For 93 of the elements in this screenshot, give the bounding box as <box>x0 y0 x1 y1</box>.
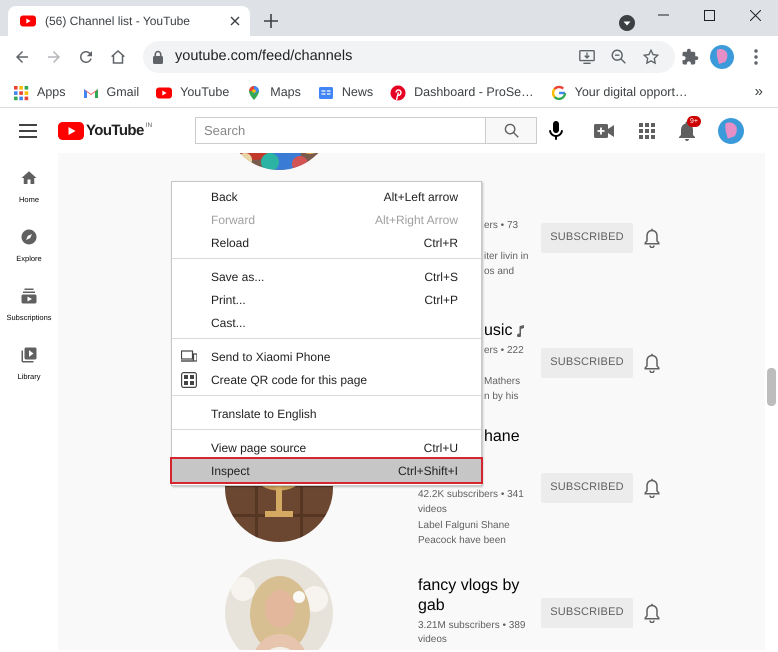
scrollbar-thumb[interactable] <box>767 368 776 406</box>
menu-label: Create QR code for this page <box>211 372 368 388</box>
bookmark-link[interactable]: Gmail <box>82 83 140 102</box>
logo-text[interactable]: YouTube <box>86 122 144 140</box>
menu-item[interactable]: Translate to English <box>172 402 481 425</box>
apps-grid-icon[interactable] <box>639 122 655 138</box>
phone-laptop-icon <box>181 348 197 364</box>
channel-stats: ers • 73 <box>484 219 518 233</box>
bookmark-link[interactable]: YouTube <box>156 83 230 102</box>
lock-icon[interactable] <box>152 50 164 64</box>
channel-name[interactable]: usic <box>484 321 512 341</box>
dropdown-icon[interactable] <box>619 15 635 31</box>
shortcut-label: Alt+Right Arrow <box>374 212 458 228</box>
bookmark-link[interactable]: Apps <box>13 83 66 102</box>
menu-label: Save as... <box>211 268 266 286</box>
menu-item[interactable]: Cast... <box>172 311 481 334</box>
channel-description: Label Falguni Shane Peacock have been <box>418 519 511 548</box>
search-icon <box>504 123 518 138</box>
google-icon <box>550 84 567 100</box>
shortcut-label: Ctrl+S <box>424 268 458 286</box>
news-icon <box>318 84 334 100</box>
channel-stats: ers • 222 <box>484 344 524 358</box>
bookmark-link[interactable]: Maps <box>246 83 301 102</box>
address-bar[interactable]: youtube.com/feed/channels <box>143 41 675 73</box>
shortcut-label: Ctrl+U <box>424 440 458 456</box>
bookmark-link[interactable]: Your digital opport… <box>550 83 688 102</box>
menu-icon[interactable] <box>754 49 758 65</box>
subscriptions-icon <box>20 287 38 305</box>
menu-label: Translate to English <box>211 406 318 422</box>
bell-icon[interactable] <box>643 228 661 248</box>
pinterest-icon <box>390 84 406 100</box>
close-icon[interactable] <box>230 16 240 26</box>
account-avatar-icon[interactable] <box>718 118 744 144</box>
compass-icon <box>20 228 38 246</box>
subscribed-button[interactable]: SUBSCRIBED <box>541 348 633 378</box>
menu-item[interactable]: Inspect Ctrl+Shift+I <box>172 459 481 482</box>
menu-item[interactable]: Send to Xiaomi Phone <box>172 345 481 368</box>
home-icon <box>20 169 38 187</box>
microphone-icon[interactable] <box>549 120 563 140</box>
zoom-out-icon[interactable] <box>610 48 628 66</box>
bell-icon[interactable] <box>643 602 661 622</box>
menu-label: Cast... <box>211 314 247 332</box>
menu-label: Back <box>211 188 239 206</box>
video-camera-icon[interactable] <box>594 124 614 138</box>
youtube-icon <box>20 13 36 29</box>
subscribed-button[interactable]: SUBSCRIBED <box>541 472 633 502</box>
shortcut-label: Ctrl+P <box>424 292 458 308</box>
shortcut-label: Alt+Left arrow <box>384 188 458 206</box>
more-bookmarks-chevron[interactable]: » <box>754 81 763 104</box>
menu-label: Reload <box>211 234 250 252</box>
menu-label: Inspect <box>211 462 251 480</box>
menu-label: View page source <box>211 440 308 456</box>
menu-item[interactable]: Print... Ctrl+P <box>172 288 481 311</box>
bell-icon[interactable] <box>643 478 661 498</box>
search-button[interactable] <box>485 117 537 144</box>
reload-icon[interactable] <box>77 48 95 66</box>
youtube-icon <box>156 84 172 100</box>
shortcut-label: Ctrl+R <box>424 234 458 252</box>
profile-avatar-icon[interactable] <box>710 45 734 69</box>
install-icon[interactable] <box>578 48 596 66</box>
channel-name[interactable]: fancy vlogs by gab <box>418 576 533 616</box>
menu-item[interactable]: Reload Ctrl+R <box>172 231 481 254</box>
logo-icon[interactable] <box>58 122 84 140</box>
channel-name[interactable]: hane <box>484 427 520 485</box>
channel-stats: 42.2K subscribers • 341 videos <box>418 488 525 516</box>
menu-label: Send to Xiaomi Phone <box>211 348 332 366</box>
bookmark-link[interactable]: News <box>318 83 374 102</box>
apps-icon <box>13 84 29 100</box>
channel-description: Mathers n by his <box>484 375 520 404</box>
extensions-icon[interactable] <box>681 48 699 66</box>
menu-icon[interactable] <box>19 124 37 138</box>
subscribed-button[interactable]: SUBSCRIBED <box>541 222 633 252</box>
menu-item[interactable]: Create QR code for this page <box>172 368 481 391</box>
channel-stats: 3.21M subscribers • 389 videos <box>418 618 526 647</box>
bookmark-link[interactable]: Dashboard - ProSe… <box>390 83 534 102</box>
maximize-icon[interactable] <box>704 10 714 20</box>
star-icon[interactable] <box>642 48 660 66</box>
browser-tab[interactable]: (56) Channel list - YouTube <box>8 6 250 36</box>
menu-item[interactable]: View page source Ctrl+U <box>172 436 481 459</box>
menu-label: Forward <box>211 212 256 228</box>
menu-item[interactable]: Save as... Ctrl+S <box>172 265 481 288</box>
shortcut-label: Ctrl+Shift+I <box>398 462 458 480</box>
menu-item[interactable]: Back Alt+Left arrow <box>172 185 481 208</box>
qr-code-icon <box>181 372 197 388</box>
channel-description: iter livin in os and <box>484 250 528 278</box>
bell-icon[interactable] <box>643 352 661 372</box>
home-icon[interactable] <box>109 48 127 66</box>
new-tab-icon[interactable] <box>264 14 278 28</box>
menu-label: Print... <box>211 292 247 308</box>
library-icon <box>20 346 38 364</box>
subscribed-button[interactable]: SUBSCRIBED <box>541 598 633 628</box>
close-icon[interactable] <box>750 10 760 20</box>
search-field[interactable]: Search <box>195 117 485 144</box>
